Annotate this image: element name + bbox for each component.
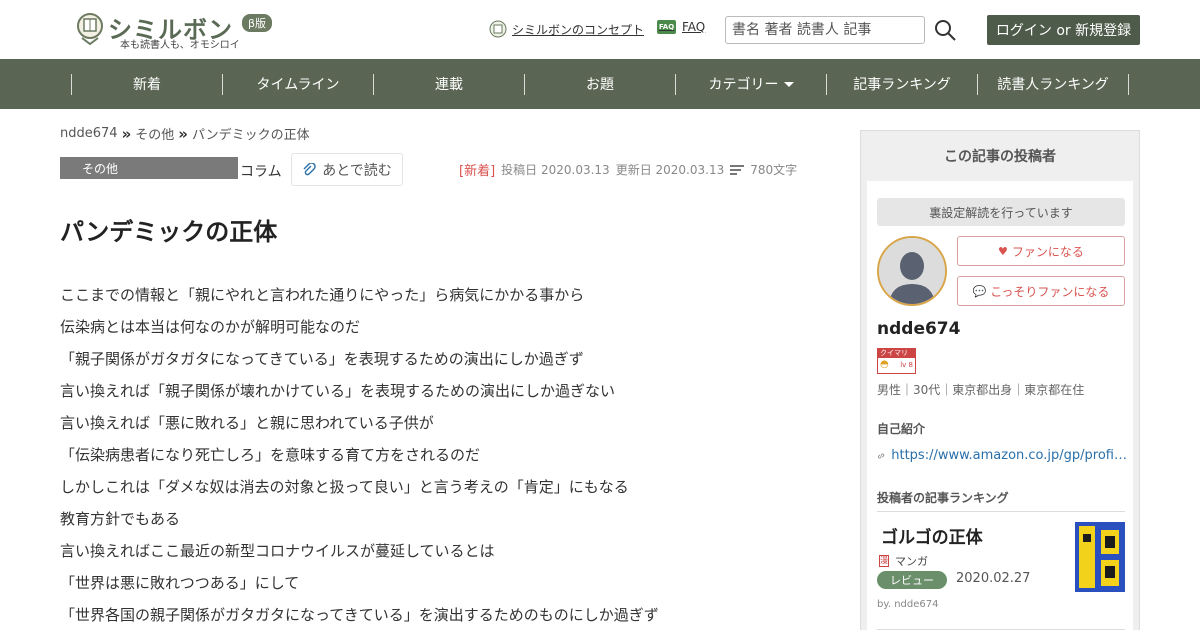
secret-fan-button[interactable]: 💬 こっそりファンになる [957,276,1125,306]
badge-name: クイマリ [878,349,915,358]
author-notice: 裏設定解読を行っています [877,198,1125,226]
beta-badge: β版 [242,14,273,32]
breadcrumb: ndde674 » その他 » パンデミックの正体 [60,124,310,144]
article-line: 伝染病とは本当は何なのかが解明可能なのだ [60,318,361,336]
article-line: 言い換えれば「悪に敗れる」と親に思われている子供が [60,414,434,432]
article-line: 「伝染病患者になり死亡しろ」を意味する育て方をされるのだ [60,446,481,464]
author-card: 裏設定解読を行っています ♥ ファンになる 💬 こっそりファンになる ndde6… [867,181,1133,630]
logo-tagline: 本も読書人も、オモシロイ [120,40,240,51]
badge-level: lv 8 [900,360,913,369]
login-button[interactable]: ログイン or 新規登録 [987,15,1140,45]
breadcrumb-separator-icon: » [178,124,188,143]
breadcrumb-current: パンデミックの正体 [191,128,310,143]
read-later-label: あとで読む [322,162,392,179]
nav-item-topics[interactable]: お題 [525,59,675,109]
updated-date: 更新日 2020.03.13 [615,163,725,177]
ranking-category-label: マンガ [895,555,928,568]
faq-link[interactable]: FAQ FAQ [657,20,705,34]
breadcrumb-separator-icon: » [121,124,132,143]
nav-item-series[interactable]: 連載 [374,59,524,109]
author-name[interactable]: ndde674 [877,319,960,339]
breadcrumb-category[interactable]: その他 [135,124,174,143]
main-nav: 新着 タイムライン 連載 お題 カテゴリー 記事ランキング 読書人ランキング [0,59,1200,109]
chevron-down-icon [783,81,794,87]
nav-item-new[interactable]: 新着 [72,59,222,109]
site-logo[interactable]: シミルボン β版 本も読書人も、オモシロイ [76,10,276,51]
intro-label: 自己紹介 [877,422,926,436]
avatar[interactable] [877,236,947,306]
ranking-date: 2020.02.27 [956,571,1031,586]
sidebar-heading: この記事の投稿者 [944,149,1056,165]
nav-item-category-label: カテゴリー [708,77,779,93]
posted-date: 投稿日 2020.03.13 [501,163,610,177]
nav-item-article-ranking[interactable]: 記事ランキング [827,59,977,109]
faq-link-label: FAQ [682,20,706,34]
concept-link-label: シミルボンのコンセプト [512,22,645,37]
ranking-category: 漫 マンガ [879,553,928,569]
faq-icon: FAQ [657,20,676,34]
ice-cream-icon: ◓ [880,359,889,370]
text-length-icon [730,164,745,175]
heart-icon: ♥ [998,244,1008,258]
paperclip-icon [303,162,316,175]
site-header: シミルボン β版 本も読書人も、オモシロイ シミルボンのコンセプト FAQ FA… [0,0,1200,59]
review-tag: レビュー [877,571,947,589]
article-line: 言い換えれば「親子関係が壊れかけている」を表現するための演出にしか過ぎない [60,382,616,400]
read-later-button[interactable]: あとで読む [291,153,403,186]
article-line: 「世界各国の親子関係がガタガタになってきている」を演出するためのものにしか過ぎず [60,606,659,624]
ranking-author: by. ndde674 [877,599,939,610]
article-line: 「世界は悪に敗れつつある」にして [60,574,300,592]
article-line: 教育方針でもある [60,510,181,528]
article-length: 780文字 [750,163,798,177]
article-line: 「親子関係がガタガタになってきている」を表現するための演出にしか過ぎず [60,350,584,368]
article-body: ここまでの情報と「親にやれと言われた通りにやった」ら病気にかかる事から 伝染病と… [60,285,820,630]
ranking-label: 投稿者の記事ランキング [877,491,1009,505]
nav-item-timeline[interactable]: タイムライン [223,59,373,109]
mascot-icon [489,20,507,38]
new-tag: [新着] [459,164,496,179]
book-cover-art [1075,522,1125,592]
default-avatar-icon [879,238,945,304]
concept-link[interactable]: シミルボンのコンセプト [489,20,644,38]
link-icon [878,452,885,459]
article-line: 言い換えればここ最近の新型コロナウイルスが蔓延しているとは [60,542,495,560]
nav-divider [1128,74,1129,95]
divider [877,511,1125,512]
article-type: コラム [240,164,282,180]
article-title: パンデミックの正体 [60,218,278,246]
become-fan-button[interactable]: ♥ ファンになる [957,236,1125,266]
nav-item-reader-ranking[interactable]: 読書人ランキング [978,59,1128,109]
author-sidebar: この記事の投稿者 裏設定解読を行っています ♥ ファンになる 💬 こっそりファン… [860,130,1140,630]
intro-link-url: https://www.amazon.co.jp/gp/profi… [891,448,1127,463]
manga-icon: 漫 [879,555,889,567]
category-badge[interactable]: その他 [60,157,238,179]
search-icon[interactable] [933,18,957,42]
speech-bubble-icon: 💬 [972,284,987,298]
search-input[interactable] [725,16,925,44]
breadcrumb-author[interactable]: ndde674 [60,126,118,141]
intro-link[interactable]: https://www.amazon.co.jp/gp/profi… [877,448,1127,463]
become-fan-label: ファンになる [1011,244,1084,259]
article-line: しかしこれは「ダメな奴は消去の対象と扱って良い」と言う考えの「肯定」にもなる [60,478,629,496]
ranking-article-title[interactable]: ゴルゴの正体 [881,523,983,548]
book-mascot-icon [77,13,103,46]
article-line: ここまでの情報と「親にやれと言われた通りにやった」ら病気にかかる事から [60,286,585,304]
article-meta: [新着] 投稿日 2020.03.13 更新日 2020.03.13 780文字 [459,160,797,179]
nav-item-category[interactable]: カテゴリー [676,59,826,109]
book-cover-image[interactable] [1075,522,1125,592]
secret-fan-label: こっそりファンになる [990,284,1110,299]
author-profile-info: 男性｜30代｜東京都出身｜東京都在住 [877,383,1085,397]
reader-level-badge: クイマリ ◓ lv 8 [877,348,916,374]
